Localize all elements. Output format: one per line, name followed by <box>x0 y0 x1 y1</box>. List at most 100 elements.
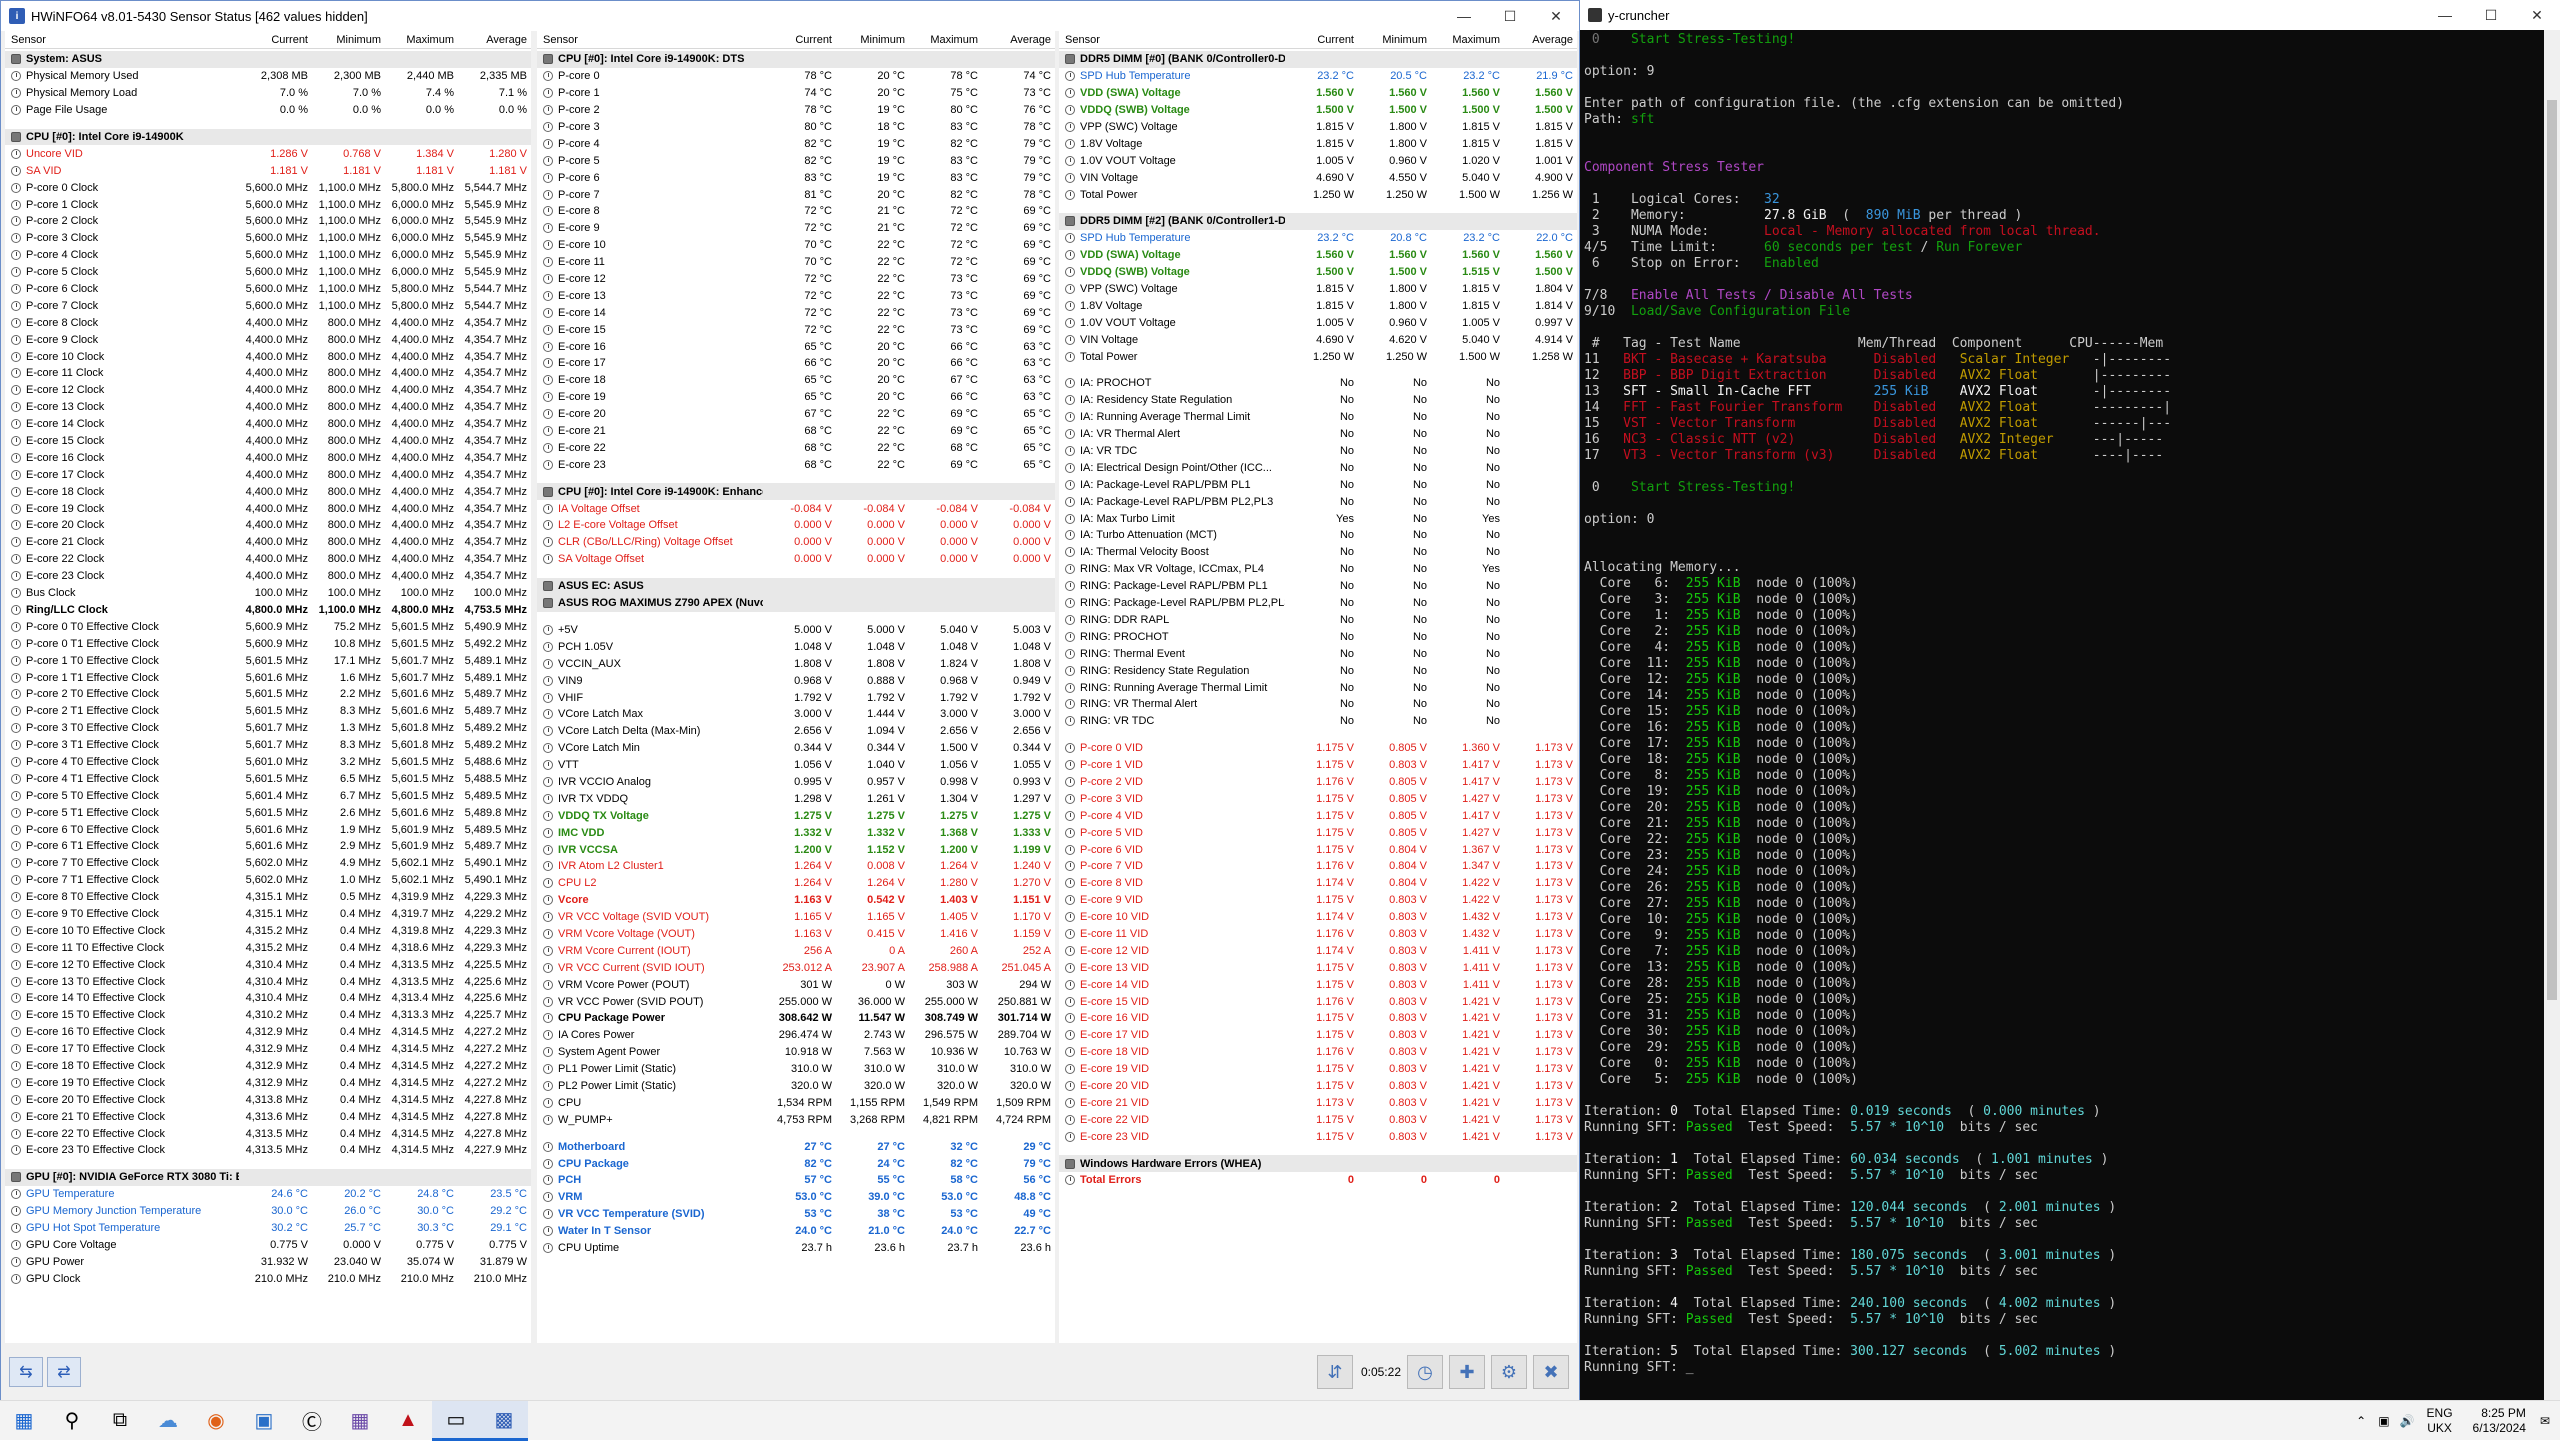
sensor-row[interactable]: RING: Package-Level RAPL/PBM PL1 No No No <box>1059 578 1577 595</box>
sensor-row[interactable]: VTT 1.056 V 1.040 V 1.056 V 1.055 V <box>537 757 1055 774</box>
sensor-row[interactable]: CPU Package Power 308.642 W 11.547 W 308.74… <box>537 1010 1055 1027</box>
column-minimum[interactable]: Minimum <box>836 34 909 46</box>
sensor-row[interactable]: E-core 20 T0 Effective Clock 4,313.8 MHz 0… <box>5 1091 531 1108</box>
sensor-group-header[interactable]: ASUS EC: ASUS <box>537 577 1055 595</box>
sensor-row[interactable]: L2 E-core Voltage Offset 0.000 V 0.000 V 0.… <box>537 517 1055 534</box>
sensor-row[interactable]: P-core 4 VID 1.175 V 0.805 V 1.417 V 1.173 V <box>1059 807 1577 824</box>
sensor-row[interactable]: E-core 13 Clock 4,400.0 MHz 800.0 MHz 4,400… <box>5 399 531 416</box>
sensor-row[interactable]: Vcore 1.163 V 0.542 V 1.403 V 1.151 V <box>537 892 1055 909</box>
sensor-row[interactable]: E-core 10 Clock 4,400.0 MHz 800.0 MHz 4,400… <box>5 348 531 365</box>
sensor-row[interactable]: CLR (CBo/LLC/Ring) Voltage Offset 0.000 V… <box>537 534 1055 551</box>
language-indicator[interactable]: ENG UKX <box>2427 1406 2453 1436</box>
terminal-output[interactable]: 0 Start Stress-Testing! option: 9 Enter … <box>1584 32 2544 1400</box>
close-button[interactable]: ✕ <box>2514 0 2560 30</box>
sensor-row[interactable]: E-core 13 72 °C 22 °C 73 °C 69 °C <box>537 287 1055 304</box>
sensor-row[interactable]: P-core 1 T1 Effective Clock 5,601.6 MHz 1.… <box>5 669 531 686</box>
sensor-row[interactable]: VRM 53.0 °C 39.0 °C 53.0 °C 48.8 °C <box>537 1189 1055 1206</box>
sensor-row[interactable]: E-core 23 Clock 4,400.0 MHz 800.0 MHz 4,400… <box>5 568 531 585</box>
sensor-row[interactable]: E-core 15 VID 1.176 V 0.803 V 1.421 V 1.173 … <box>1059 993 1577 1010</box>
sensor-row[interactable]: E-core 18 VID 1.176 V 0.803 V 1.421 V 1.173 … <box>1059 1044 1577 1061</box>
sensor-row[interactable]: GPU Power 31.932 W 23.040 W 35.074 W 31.879 … <box>5 1253 531 1270</box>
sensor-row[interactable]: P-core 0 78 °C 20 °C 78 °C 74 °C <box>537 68 1055 85</box>
sensor-row[interactable]: E-core 23 T0 Effective Clock 4,313.5 MHz 0… <box>5 1142 531 1159</box>
sensor-row[interactable]: IA Cores Power 296.474 W 2.743 W 296.575 W2… <box>537 1027 1055 1044</box>
column-average[interactable]: Average <box>1504 34 1577 46</box>
sensor-panel-2[interactable]: Sensor Current Minimum Maximum Average CPU [#… <box>537 31 1055 1343</box>
sensor-row[interactable]: IA: Turbo Attenuation (MCT) No No No <box>1059 527 1577 544</box>
sensor-row[interactable]: IA: VR TDC No No No <box>1059 443 1577 460</box>
sensor-row[interactable]: E-core 9 T0 Effective Clock 4,315.1 MHz 0.… <box>5 906 531 923</box>
collapse-arrows-icon[interactable]: ⇄ <box>47 1357 81 1387</box>
sensor-row[interactable]: VIN Voltage 4.690 V 4.620 V 5.040 V 4.914 V <box>1059 331 1577 348</box>
sensor-row[interactable]: E-core 16 VID 1.175 V 0.803 V 1.421 V 1.173 … <box>1059 1010 1577 1027</box>
sensor-row[interactable]: E-core 19 65 °C 20 °C 66 °C 63 °C <box>537 389 1055 406</box>
sensor-row[interactable]: RING: Running Average Thermal Limit No No N… <box>1059 679 1577 696</box>
sensor-row[interactable]: Total Errors 0 0 0 <box>1059 1172 1577 1189</box>
sensor-row[interactable]: PL2 Power Limit (Static) 320.0 W 320.0 W 32… <box>537 1078 1055 1095</box>
maximize-button[interactable]: ☐ <box>2468 0 2514 30</box>
sensor-row[interactable]: E-core 21 VID 1.173 V 0.803 V 1.421 V 1.173 … <box>1059 1094 1577 1111</box>
sensor-row[interactable]: E-core 23 68 °C 22 °C 69 °C 65 °C <box>537 456 1055 473</box>
sensor-row[interactable]: VRM Vcore Voltage (VOUT) 1.163 V 0.415 V 1.… <box>537 926 1055 943</box>
column-maximum[interactable]: Maximum <box>1431 34 1504 46</box>
sensor-row[interactable]: E-core 15 72 °C 22 °C 73 °C 69 °C <box>537 321 1055 338</box>
sensor-row[interactable]: P-core 3 T1 Effective Clock 5,601.7 MHz 8.… <box>5 737 531 754</box>
sensor-row[interactable]: SA VID 1.181 V 1.181 V 1.181 V 1.181 V <box>5 162 531 179</box>
sensor-row[interactable]: P-core 5 T0 Effective Clock 5,601.4 MHz 6.… <box>5 787 531 804</box>
sensor-row[interactable]: CPU L2 1.264 V 1.264 V 1.280 V 1.270 V <box>537 875 1055 892</box>
column-sensor[interactable]: Sensor <box>1059 34 1285 46</box>
sensor-row[interactable]: Ring/LLC Clock 4,800.0 MHz 1,100.0 MHz 4,80… <box>5 602 531 619</box>
sensor-row[interactable]: P-core 5 82 °C 19 °C 83 °C 79 °C <box>537 152 1055 169</box>
sensor-group-header[interactable]: CPU [#0]: Intel Core i9-14900K <box>5 128 531 146</box>
sensor-row[interactable]: 1.0V VOUT Voltage 1.005 V 0.960 V 1.020 V 1.… <box>1059 152 1577 169</box>
sensor-row[interactable]: E-core 18 65 °C 20 °C 67 °C 63 °C <box>537 372 1055 389</box>
column-minimum[interactable]: Minimum <box>312 34 385 46</box>
sensor-row[interactable]: E-core 22 T0 Effective Clock 4,313.5 MHz 0… <box>5 1125 531 1142</box>
sensor-row[interactable]: +5V 5.000 V 5.000 V 5.040 V 5.003 V <box>537 622 1055 639</box>
sensor-row[interactable]: VCCIN_AUX 1.808 V 1.808 V 1.824 V 1.808 V <box>537 655 1055 672</box>
sensor-group-header[interactable]: CPU [#0]: Intel Core i9-14900K: DTS <box>537 51 1055 68</box>
sensor-row[interactable]: CPU Uptime 23.7 h 23.6 h 23.7 h 23.6 h <box>537 1240 1055 1257</box>
sensor-group-header[interactable]: DDR5 DIMM [#2] (BANK 0/Controller1-DIMM0… <box>1059 213 1577 230</box>
sensor-row[interactable]: RING: Package-Level RAPL/PBM PL2,PL3 No No… <box>1059 595 1577 612</box>
sensor-row[interactable]: PCH 57 °C 55 °C 58 °C 56 °C <box>537 1172 1055 1189</box>
sensor-row[interactable]: E-core 22 68 °C 22 °C 68 °C 65 °C <box>537 439 1055 456</box>
sensor-row[interactable]: P-core 4 82 °C 19 °C 82 °C 79 °C <box>537 135 1055 152</box>
sensor-row[interactable]: Physical Memory Load 7.0 % 7.0 % 7.4 % 7.1 % <box>5 85 531 102</box>
sensor-row[interactable]: SPD Hub Temperature 23.2 °C 20.8 °C 23.2 °C… <box>1059 230 1577 247</box>
clock-icon[interactable]: ◷ <box>1407 1355 1443 1389</box>
column-average[interactable]: Average <box>458 34 531 46</box>
firefox-icon[interactable]: ◉ <box>192 1401 240 1441</box>
sensor-group-header[interactable]: Windows Hardware Errors (WHEA) <box>1059 1155 1577 1172</box>
sensor-row[interactable]: E-core 21 Clock 4,400.0 MHz 800.0 MHz 4,400… <box>5 534 531 551</box>
sensor-row[interactable]: RING: VR Thermal Alert No No No <box>1059 696 1577 713</box>
sensor-row[interactable]: E-core 12 72 °C 22 °C 73 °C 69 °C <box>537 271 1055 288</box>
sensor-row[interactable]: E-core 15 T0 Effective Clock 4,310.2 MHz 0… <box>5 1007 531 1024</box>
notifications-icon[interactable]: ✉ <box>2540 1414 2550 1428</box>
sensor-row[interactable]: P-core 6 VID 1.175 V 0.804 V 1.367 V 1.173 V <box>1059 841 1577 858</box>
sensor-row[interactable]: VIN9 0.968 V 0.888 V 0.968 V 0.949 V <box>537 672 1055 689</box>
expand-arrows-icon[interactable]: ⇆ <box>9 1357 43 1387</box>
sensor-row[interactable]: RING: Thermal Event No No No <box>1059 645 1577 662</box>
sensor-row[interactable]: E-core 18 T0 Effective Clock 4,312.9 MHz 0… <box>5 1058 531 1075</box>
sensor-row[interactable]: Water In T Sensor 24.0 °C 21.0 °C 24.0 °C 22… <box>537 1223 1055 1240</box>
sensor-group-header[interactable]: GPU [#0]: NVIDIA GeForce RTX 3080 Ti: EV… <box>5 1168 531 1186</box>
sensor-row[interactable]: E-core 14 VID 1.175 V 0.803 V 1.411 V 1.173 … <box>1059 976 1577 993</box>
sensor-row[interactable]: E-core 17 T0 Effective Clock 4,312.9 MHz 0… <box>5 1041 531 1058</box>
sensor-row[interactable]: P-core 5 Clock 5,600.0 MHz 1,100.0 MHz 6,00… <box>5 264 531 281</box>
hwinfo-taskbar-icon[interactable]: ▩ <box>480 1400 528 1441</box>
sensor-row[interactable]: IA: Max Turbo Limit Yes No Yes <box>1059 510 1577 527</box>
column-current[interactable]: Current <box>239 34 312 46</box>
sensor-row[interactable]: E-core 17 66 °C 20 °C 66 °C 63 °C <box>537 355 1055 372</box>
cpu-z-icon[interactable]: ▦ <box>336 1401 384 1441</box>
sensor-row[interactable]: P-core 5 VID 1.175 V 0.805 V 1.427 V 1.173 V <box>1059 824 1577 841</box>
sensor-row[interactable]: E-core 10 T0 Effective Clock 4,315.2 MHz 0… <box>5 922 531 939</box>
sensor-row[interactable]: Page File Usage 0.0 % 0.0 % 0.0 % 0.0 % <box>5 102 531 119</box>
sensor-row[interactable]: E-core 9 Clock 4,400.0 MHz 800.0 MHz 4,400.… <box>5 331 531 348</box>
sensor-row[interactable]: E-core 11 T0 Effective Clock 4,315.2 MHz 0… <box>5 939 531 956</box>
sensor-row[interactable]: SPD Hub Temperature 23.2 °C 20.5 °C 23.2 °C… <box>1059 68 1577 85</box>
sensor-row[interactable]: GPU Temperature 24.6 °C 20.2 °C 24.8 °C 23.5… <box>5 1186 531 1203</box>
maximize-button[interactable]: ☐ <box>1487 1 1533 31</box>
sensor-row[interactable]: P-core 4 T0 Effective Clock 5,601.0 MHz 3.… <box>5 754 531 771</box>
sensor-row[interactable]: P-core 2 T1 Effective Clock 5,601.5 MHz 8.… <box>5 703 531 720</box>
